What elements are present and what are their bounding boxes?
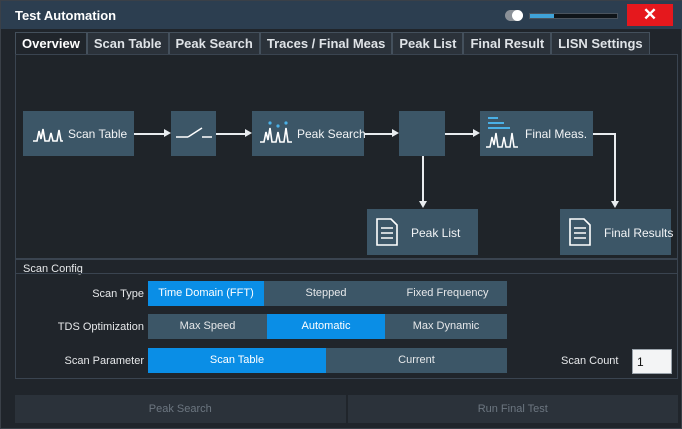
tab-peak-search[interactable]: Peak Search (168, 32, 260, 54)
scan-parameter-option-current[interactable]: Current (326, 348, 507, 373)
flow-final-results-label: Final Results (604, 226, 674, 240)
spectrum-icon (33, 128, 63, 142)
flow-peak-list-label: Peak List (411, 226, 461, 240)
scan-type-option-stepped[interactable]: Stepped (264, 281, 388, 306)
progress-fill (530, 14, 555, 18)
test-automation-window: Test Automation ✕ Overview Scan Table Pe… (0, 0, 682, 429)
connector (422, 156, 424, 202)
tab-overview[interactable]: Overview (15, 32, 87, 54)
tab-final-result[interactable]: Final Result (463, 32, 552, 54)
tds-option-max-dynamic[interactable]: Max Dynamic (385, 314, 507, 339)
flow-junction (399, 111, 445, 156)
toggle-switch[interactable] (505, 10, 523, 21)
tab-bar: Overview Scan Table Peak Search Traces /… (15, 32, 650, 54)
document-icon (376, 218, 398, 246)
arrow-head (419, 201, 427, 208)
arrow-head (245, 129, 252, 137)
scan-count-label: Scan Count (561, 355, 619, 367)
arrow-head (164, 129, 171, 137)
connector (593, 133, 614, 135)
document-icon (569, 218, 591, 246)
scan-parameter-option-scan-table[interactable]: Scan Table (148, 348, 326, 373)
connector (216, 133, 246, 135)
run-final-test-button[interactable]: Run Final Test (347, 395, 678, 423)
scan-type-option-fft[interactable]: Time Domain (FFT) (148, 281, 264, 306)
divider (15, 273, 678, 274)
scan-type-selector: Time Domain (FFT) Stepped Fixed Frequenc… (148, 281, 507, 306)
flow-scan-table[interactable]: Scan Table (23, 111, 134, 156)
tds-option-automatic[interactable]: Automatic (267, 314, 385, 339)
final-meas-icon (486, 117, 518, 148)
action-bar: Peak Search Run Final Test (15, 395, 678, 423)
connector (364, 133, 393, 135)
scan-type-label: Scan Type (92, 288, 144, 300)
arrow-head (473, 129, 480, 137)
flow-peak-search-label: Peak Search (297, 127, 366, 141)
tds-optimization-label: TDS Optimization (57, 321, 144, 333)
tab-traces-final-meas[interactable]: Traces / Final Meas (259, 32, 393, 54)
tds-optimization-selector: Max Speed Automatic Max Dynamic (148, 314, 507, 339)
flow-scan-table-label: Scan Table (68, 127, 128, 141)
progress-bar (529, 13, 618, 19)
toggle-knob (512, 10, 523, 21)
scan-parameter-label: Scan Parameter (64, 355, 144, 367)
arrow-head (392, 129, 399, 137)
flow-final-meas[interactable]: Final Meas. (480, 111, 593, 156)
connector (445, 133, 474, 135)
connector (614, 133, 616, 202)
scan-type-option-fixed[interactable]: Fixed Frequency (388, 281, 507, 306)
peak-search-button[interactable]: Peak Search (15, 395, 346, 423)
flow-switch[interactable] (171, 111, 216, 156)
tab-peak-list[interactable]: Peak List (392, 32, 464, 54)
switch-icon (176, 127, 212, 138)
tds-option-max-speed[interactable]: Max Speed (148, 314, 267, 339)
scan-count-input[interactable]: 1 (632, 349, 672, 374)
close-button[interactable]: ✕ (627, 4, 673, 26)
flow-peak-list[interactable]: Peak List (367, 209, 478, 255)
title-bar: Test Automation ✕ (1, 1, 682, 29)
flow-final-results[interactable]: Final Results (560, 209, 674, 255)
window-title: Test Automation (15, 8, 117, 23)
connector (134, 133, 165, 135)
peak-search-icon (260, 121, 292, 143)
flow-final-meas-label: Final Meas. (525, 127, 588, 141)
tab-scan-table[interactable]: Scan Table (86, 32, 169, 54)
arrow-head (611, 201, 619, 208)
scan-parameter-selector: Scan Table Current (148, 348, 507, 373)
flow-peak-search[interactable]: Peak Search (252, 111, 366, 156)
tab-lisn-settings[interactable]: LISN Settings (551, 32, 650, 54)
